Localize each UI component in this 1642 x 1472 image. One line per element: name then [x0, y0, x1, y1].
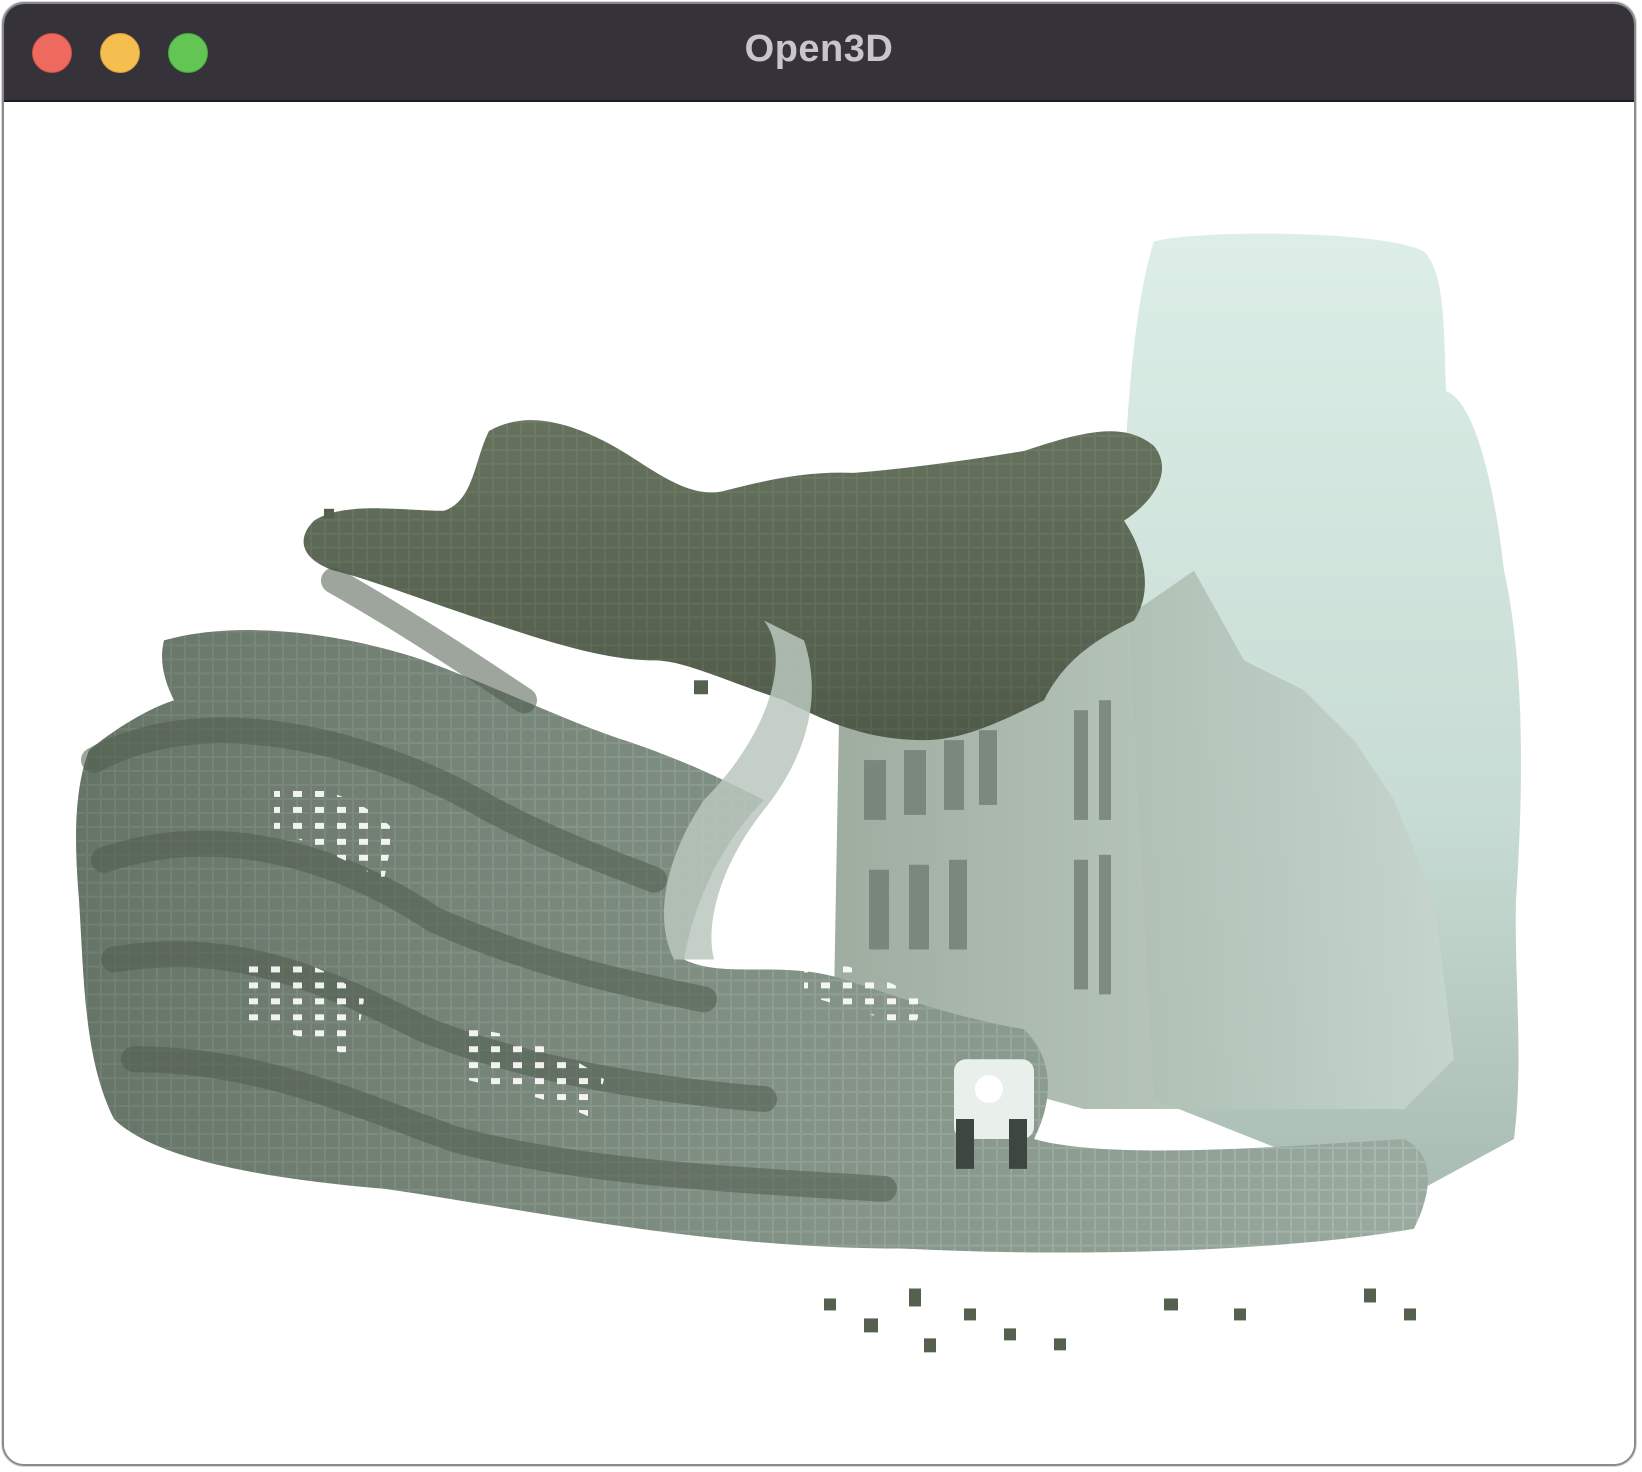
point-cloud-render[interactable] [4, 102, 1634, 1464]
open3d-window: Open3D [2, 2, 1636, 1466]
title-bar[interactable]: Open3D [4, 4, 1634, 102]
window-title: Open3D [744, 28, 894, 70]
3d-viewport[interactable] [4, 102, 1634, 1464]
